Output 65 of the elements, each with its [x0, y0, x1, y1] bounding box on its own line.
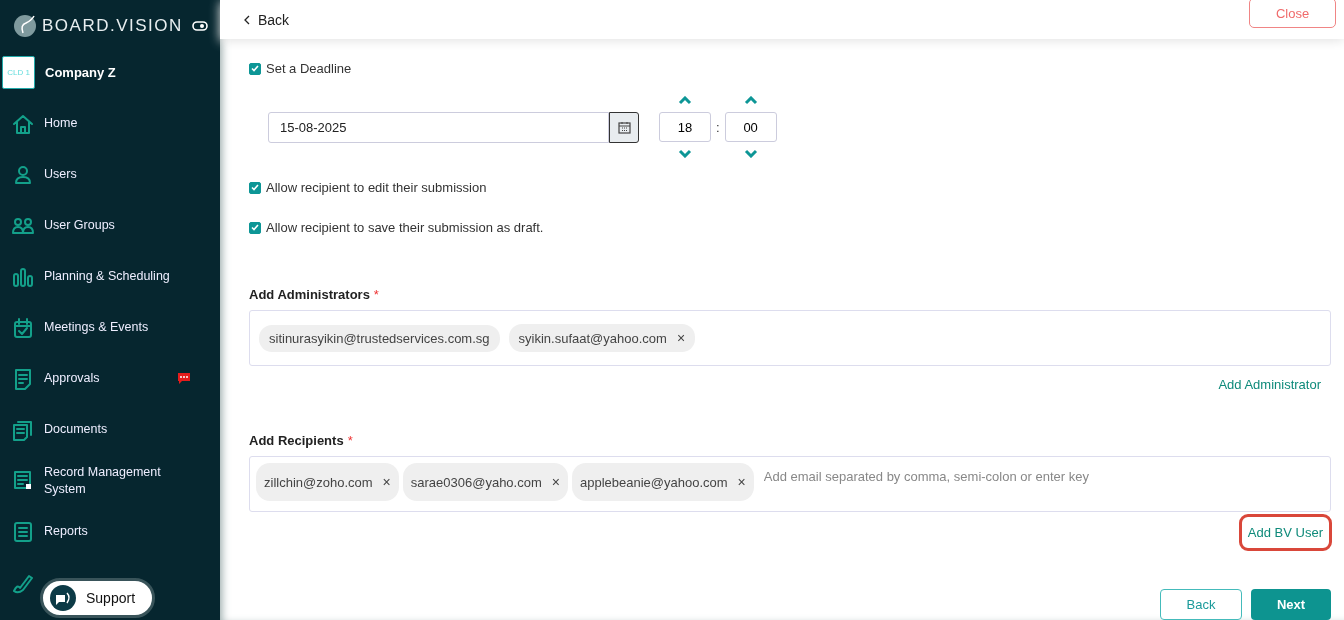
email-field[interactable]: sitinurasyikin@trustedservices.com.sg syikin.sufaat@yahoo.com × — [249, 310, 1331, 366]
bar-chart-icon[interactable] — [12, 265, 34, 288]
back-button[interactable]: Back — [1160, 589, 1242, 620]
date-field[interactable]: 15-08-2025 — [268, 111, 609, 143]
back-link[interactable]: Back — [244, 11, 290, 28]
checkbox[interactable] — [249, 221, 261, 234]
chevron-left-icon — [244, 14, 250, 25]
remove-icon[interactable]: × — [676, 330, 686, 346]
chevron-down-icon[interactable] — [743, 149, 758, 158]
chevron-up-icon[interactable] — [678, 96, 692, 105]
list-icon[interactable] — [12, 520, 34, 543]
toggle-icon — [192, 20, 208, 32]
chevron-up-icon[interactable] — [743, 96, 758, 105]
required-mark: * — [347, 433, 353, 448]
add-link[interactable]: Add BV User — [1238, 514, 1332, 551]
email-chip: sitinurasyikin@trustedservices.com.sg — [259, 324, 500, 352]
nav-item[interactable]: Record Management System — [44, 463, 174, 498]
logo-icon — [12, 13, 38, 39]
nav-item[interactable]: Approvals — [44, 370, 174, 387]
check-icon — [251, 65, 259, 72]
record-icon[interactable] — [12, 469, 34, 492]
email-chip: applebeanie@yahoo.com × — [571, 463, 754, 501]
company-logo: CLD 1 — [2, 55, 35, 89]
brand-name: BOARD.VISION — [42, 16, 184, 36]
support-button[interactable]: Support — [40, 578, 155, 618]
calendar-button[interactable] — [609, 111, 639, 143]
next-button[interactable]: Next — [1251, 589, 1331, 620]
nav-item[interactable]: Planning & Scheduling — [44, 268, 174, 285]
add-link[interactable]: Add Administrator — [1218, 373, 1321, 396]
user-icon[interactable] — [12, 163, 34, 186]
nav-item[interactable]: User Groups — [44, 217, 174, 234]
nav-item[interactable]: Meetings & Events — [44, 319, 174, 336]
nav-item[interactable]: Reports — [44, 523, 174, 540]
time-separator: : — [716, 119, 720, 135]
checkbox[interactable] — [249, 181, 261, 194]
documents-icon[interactable] — [12, 418, 34, 441]
email-chip: sarae0306@yaho.com × — [402, 463, 568, 501]
nav-item[interactable]: Users — [44, 166, 174, 183]
email-chip: syikin.sufaat@yahoo.com × — [508, 324, 696, 352]
checkbox[interactable] — [249, 62, 261, 75]
email-chip: zillchin@zoho.com × — [256, 463, 399, 501]
remove-icon[interactable]: × — [382, 474, 391, 490]
time-field[interactable]: 00 — [724, 112, 777, 142]
calendar-icon[interactable] — [12, 316, 34, 339]
remove-icon[interactable]: × — [737, 474, 746, 490]
nav-item[interactable]: Documents — [44, 421, 174, 438]
field-label: Add Recipients — [249, 433, 344, 448]
email-field[interactable]: zillchin@zoho.com × sarae0306@yaho.com × applebeanie@yahoo.com × Add email separated by comma, semi-colon or enter key — [249, 456, 1331, 512]
checkbox-label: Set a Deadline — [266, 61, 352, 76]
nav-item[interactable]: Home — [44, 115, 174, 132]
check-icon — [251, 184, 259, 191]
chevron-down-icon[interactable] — [678, 149, 692, 158]
time-field[interactable]: 18 — [659, 112, 711, 142]
document-icon[interactable] — [12, 367, 34, 390]
checkbox-label: Allow recipient to edit their submission — [266, 180, 487, 195]
required-mark: * — [373, 287, 379, 302]
check-icon — [251, 224, 259, 231]
field-label: Add Administrators — [249, 287, 370, 302]
company-name: Company Z — [45, 64, 116, 80]
chat-badge-icon — [177, 372, 191, 385]
remove-icon[interactable]: × — [551, 474, 560, 490]
checkbox-label: Allow recipient to save their submission as draft. — [266, 220, 544, 235]
calendar-icon — [617, 120, 631, 134]
home-icon[interactable] — [12, 112, 34, 135]
chat-icon — [50, 585, 76, 611]
